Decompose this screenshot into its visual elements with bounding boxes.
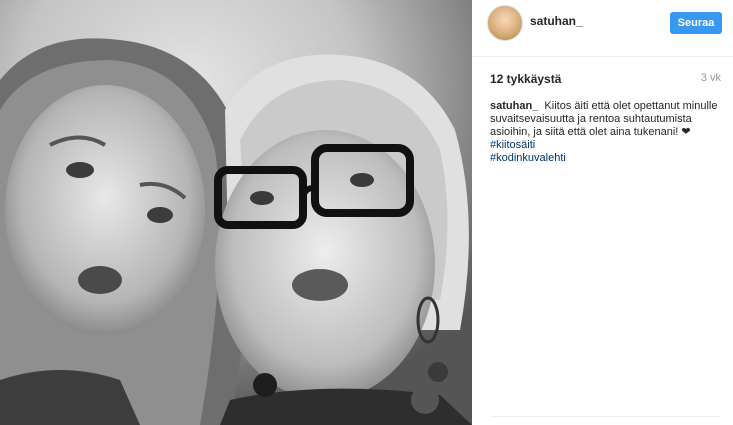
- post-photo[interactable]: [0, 0, 472, 425]
- post-photo-illustration: [0, 0, 472, 425]
- avatar[interactable]: [487, 5, 523, 41]
- post-header: satuhan_ Seuraa: [472, 0, 733, 57]
- post-side-panel: satuhan_ Seuraa 12 tykkäystä 3 vk satuha…: [472, 0, 733, 425]
- follow-button[interactable]: Seuraa: [670, 12, 722, 34]
- caption-username[interactable]: satuhan_: [490, 100, 538, 112]
- header-username[interactable]: satuhan_: [530, 14, 583, 28]
- heart-icon: ❤: [681, 126, 691, 138]
- hashtag-link[interactable]: #kiitosäiti: [490, 139, 535, 151]
- divider: [490, 416, 720, 417]
- hashtag-link[interactable]: #kodinkuvalehti: [490, 152, 566, 164]
- post-time[interactable]: 3 vk: [701, 72, 721, 84]
- post-caption: satuhan_ Kiitos äiti että olet opettanut…: [490, 100, 720, 165]
- instagram-post-modal: satuhan_ Seuraa 12 tykkäystä 3 vk satuha…: [0, 0, 733, 425]
- like-count[interactable]: 12 tykkäystä: [490, 72, 561, 86]
